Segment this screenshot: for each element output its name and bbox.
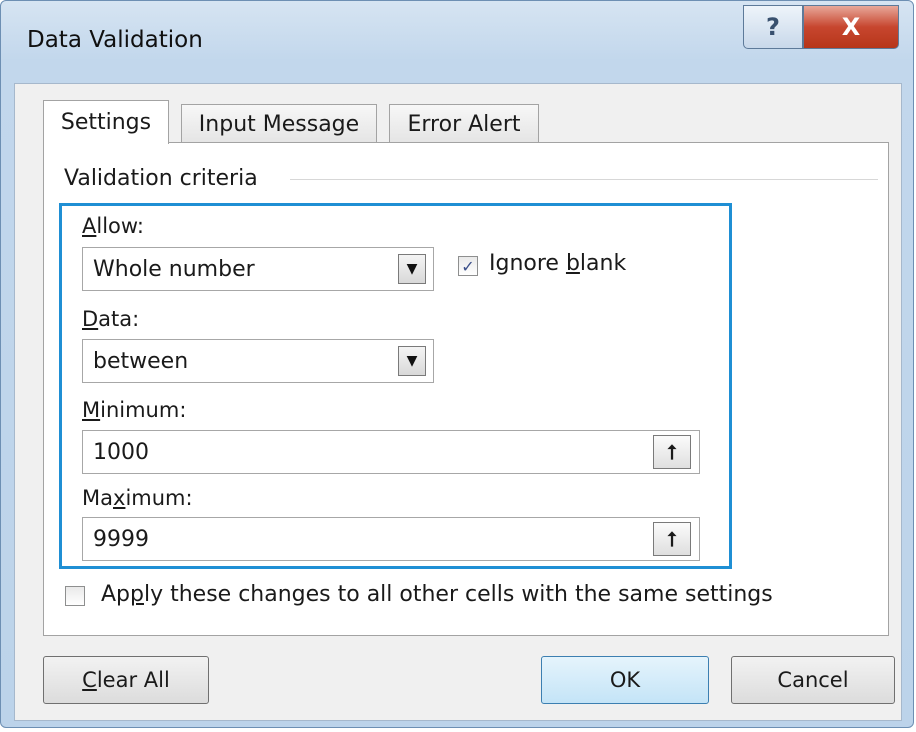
tab-error-alert-label: Error Alert bbox=[407, 112, 521, 137]
ok-button[interactable]: OK bbox=[541, 656, 709, 704]
check-icon: ✓ bbox=[461, 256, 475, 276]
title-bar[interactable]: Data Validation ? X bbox=[1, 1, 913, 81]
minimum-input[interactable]: 1000 bbox=[82, 430, 700, 474]
dialog-client-area: Settings Input Message Error Alert Valid… bbox=[14, 83, 902, 721]
clear-all-button[interactable]: Clear All bbox=[43, 656, 209, 704]
apply-all-label[interactable]: Apply these changes to all other cells w… bbox=[101, 582, 773, 607]
close-button[interactable]: X bbox=[803, 5, 899, 49]
data-select[interactable]: between bbox=[82, 339, 434, 383]
chevron-down-icon: ▼ bbox=[406, 353, 418, 369]
allow-select[interactable]: Whole number bbox=[82, 247, 434, 291]
help-icon: ? bbox=[766, 13, 780, 41]
group-divider bbox=[290, 179, 878, 180]
maximum-value: 9999 bbox=[93, 526, 149, 552]
clear-all-label: Clear All bbox=[82, 668, 170, 692]
close-icon: X bbox=[841, 13, 861, 41]
chevron-down-icon: ▼ bbox=[406, 261, 418, 277]
allow-select-value: Whole number bbox=[93, 256, 255, 282]
minimum-label: Minimum: bbox=[82, 398, 187, 422]
ignore-blank-checkbox[interactable]: ✓ bbox=[458, 256, 478, 276]
data-select-value: between bbox=[93, 348, 189, 374]
ok-label: OK bbox=[609, 668, 641, 692]
collapse-dialog-icon: ⭡ bbox=[667, 440, 677, 464]
data-dropdown-button[interactable]: ▼ bbox=[398, 346, 426, 376]
maximum-label: Maximum: bbox=[82, 486, 193, 510]
tab-settings-label: Settings bbox=[60, 110, 152, 135]
data-label: Data: bbox=[82, 307, 140, 331]
minimum-value: 1000 bbox=[93, 439, 149, 465]
allow-dropdown-button[interactable]: ▼ bbox=[398, 254, 426, 284]
cancel-button[interactable]: Cancel bbox=[731, 656, 895, 704]
allow-label: Allow: bbox=[82, 214, 144, 238]
maximum-collapse-button[interactable]: ⭡ bbox=[653, 522, 691, 556]
window-title: Data Validation bbox=[27, 27, 203, 53]
tab-settings[interactable]: Settings bbox=[43, 100, 169, 144]
apply-all-checkbox[interactable] bbox=[65, 586, 85, 606]
tab-input-message-label: Input Message bbox=[198, 112, 360, 137]
validation-criteria-heading: Validation criteria bbox=[64, 166, 266, 191]
tab-input-message[interactable]: Input Message bbox=[181, 104, 377, 144]
minimum-collapse-button[interactable]: ⭡ bbox=[653, 435, 691, 469]
cancel-label: Cancel bbox=[777, 668, 849, 692]
ignore-blank-label[interactable]: Ignore blank bbox=[489, 251, 626, 276]
collapse-dialog-icon: ⭡ bbox=[667, 527, 677, 551]
maximum-input[interactable]: 9999 bbox=[82, 517, 700, 561]
data-validation-dialog: Data Validation ? X Settings Input Messa… bbox=[0, 0, 914, 728]
tab-error-alert[interactable]: Error Alert bbox=[389, 104, 539, 144]
help-button[interactable]: ? bbox=[743, 5, 803, 49]
